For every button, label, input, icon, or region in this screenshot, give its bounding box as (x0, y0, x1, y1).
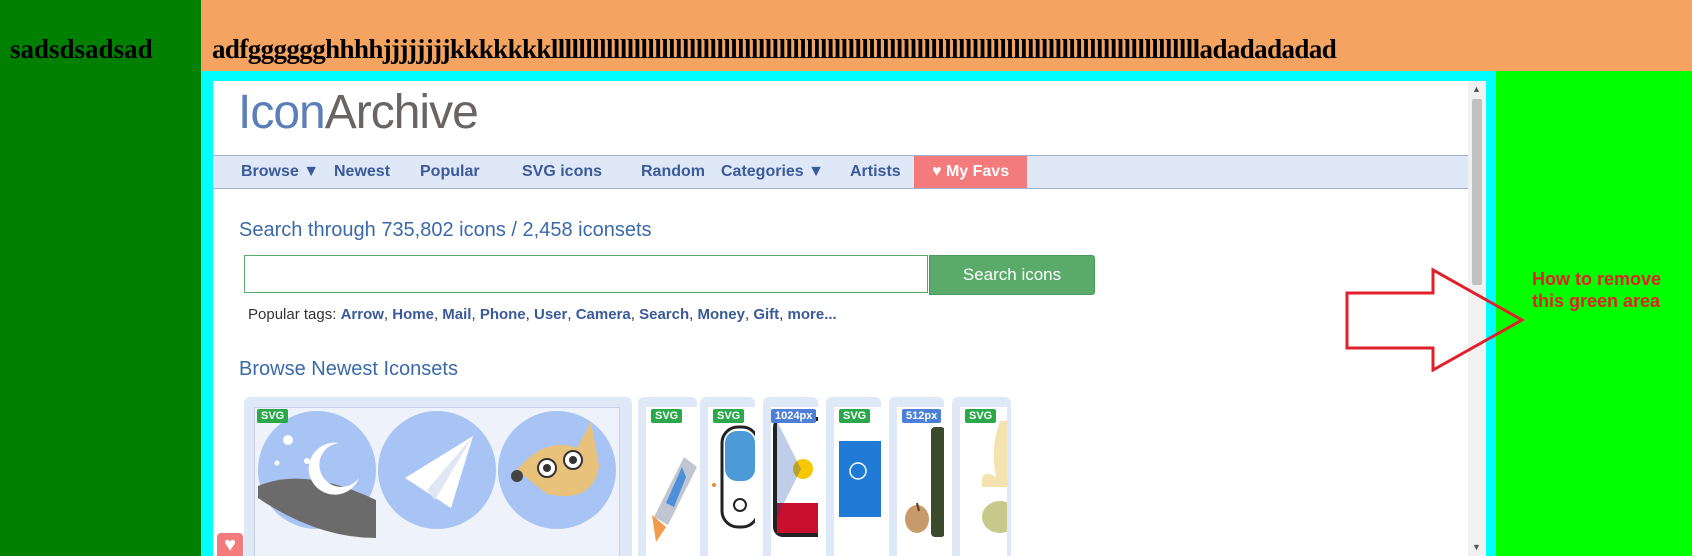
tag-mail[interactable]: Mail (442, 306, 471, 323)
iconset-preview-art (646, 407, 697, 556)
format-badge: SVG (965, 409, 997, 423)
iconset-preview (834, 407, 881, 556)
scrollbar-thumb[interactable] (1472, 99, 1482, 285)
embedded-page: IconArchive Browse ▼ Newest Popular SVG … (213, 81, 1486, 556)
format-badge: 1024px (771, 409, 817, 423)
logo-part-archive: Archive (324, 86, 479, 139)
iconset-card[interactable]: SVG (700, 397, 755, 556)
popular-tags-label: Popular tags: (248, 306, 341, 323)
format-badge: SVG (839, 409, 871, 423)
header-band: adfgggggghhhhjjjjjjjjkkkkkkkllllllllllll… (201, 0, 1692, 71)
iframe-border: IconArchive Browse ▼ Newest Popular SVG … (201, 71, 1496, 556)
left-column-text: sadsdsadsad (10, 34, 153, 64)
format-badge: 512px (902, 409, 942, 423)
tag-search[interactable]: Search (639, 306, 689, 323)
iconset-preview (254, 407, 620, 556)
nav-categories[interactable]: Categories ▼ (721, 156, 824, 188)
popular-tags: Popular tags: Arrow, Home, Mail, Phone, … (248, 306, 837, 323)
tag-camera[interactable]: Camera (576, 306, 631, 323)
tag-arrow[interactable]: Arrow (341, 306, 384, 323)
tag-home[interactable]: Home (392, 306, 434, 323)
iconset-preview (897, 407, 944, 556)
iconset-preview-art (258, 411, 616, 538)
annotation-line-2: this green area (1532, 291, 1661, 311)
nav-newest[interactable]: Newest (334, 156, 390, 188)
nav-browse[interactable]: Browse ▼ (241, 156, 319, 188)
left-green-column: sadsdsadsad (0, 0, 201, 556)
iconset-card[interactable]: SVG (826, 397, 881, 556)
iconset-card[interactable]: SVG (244, 397, 632, 556)
iconset-preview-art (771, 407, 818, 556)
iconset-preview (646, 407, 697, 556)
iconset-preview (771, 407, 818, 556)
nav-artists[interactable]: Artists (850, 156, 901, 188)
scroll-down-arrow-icon[interactable]: ▼ (1472, 543, 1481, 552)
search-icons-button[interactable]: Search icons (929, 255, 1095, 295)
main-nav: Browse ▼ Newest Popular SVG icons Random… (213, 155, 1468, 189)
tag-user[interactable]: User (534, 306, 567, 323)
newest-iconsets-heading: Browse Newest Iconsets (239, 358, 458, 380)
iconset-preview-art (897, 407, 944, 556)
iconset-preview-art (708, 407, 755, 556)
tag-phone[interactable]: Phone (480, 306, 526, 323)
header-text: adfgggggghhhhjjjjjjjjkkkkkkkllllllllllll… (212, 34, 1337, 64)
iconset-preview-art (834, 407, 881, 556)
iconset-card[interactable]: 1024px (763, 397, 818, 556)
iconset-preview (960, 407, 1007, 556)
annotation-text: How to remove this green area (1532, 268, 1661, 312)
tag-more[interactable]: more... (788, 306, 837, 323)
search-heading: Search through 735,802 icons / 2,458 ico… (239, 219, 652, 241)
format-badge: SVG (651, 409, 683, 423)
search-input[interactable] (244, 255, 928, 293)
iconset-card[interactable]: SVG (952, 397, 1011, 556)
site-logo[interactable]: IconArchive (238, 86, 479, 139)
favorites-heart-icon[interactable]: ♥ (217, 533, 243, 556)
nav-svg-icons[interactable]: SVG icons (522, 156, 602, 188)
iconset-card[interactable]: 512px (889, 397, 944, 556)
format-badge: SVG (257, 409, 289, 423)
nav-random[interactable]: Random (641, 156, 705, 188)
logo-part-icon: Icon (238, 86, 326, 139)
nav-my-favs[interactable]: ♥ My Favs (914, 156, 1028, 188)
red-arrow-icon (1345, 267, 1526, 372)
nav-popular[interactable]: Popular (420, 156, 480, 188)
iconset-card[interactable]: SVG (638, 397, 697, 556)
format-badge: SVG (713, 409, 745, 423)
iconset-preview-art (960, 407, 1007, 556)
tag-money[interactable]: Money (697, 306, 745, 323)
iconset-preview (708, 407, 755, 556)
annotation-line-1: How to remove (1532, 269, 1662, 289)
tag-gift[interactable]: Gift (753, 306, 779, 323)
scroll-up-arrow-icon[interactable]: ▲ (1472, 85, 1481, 94)
